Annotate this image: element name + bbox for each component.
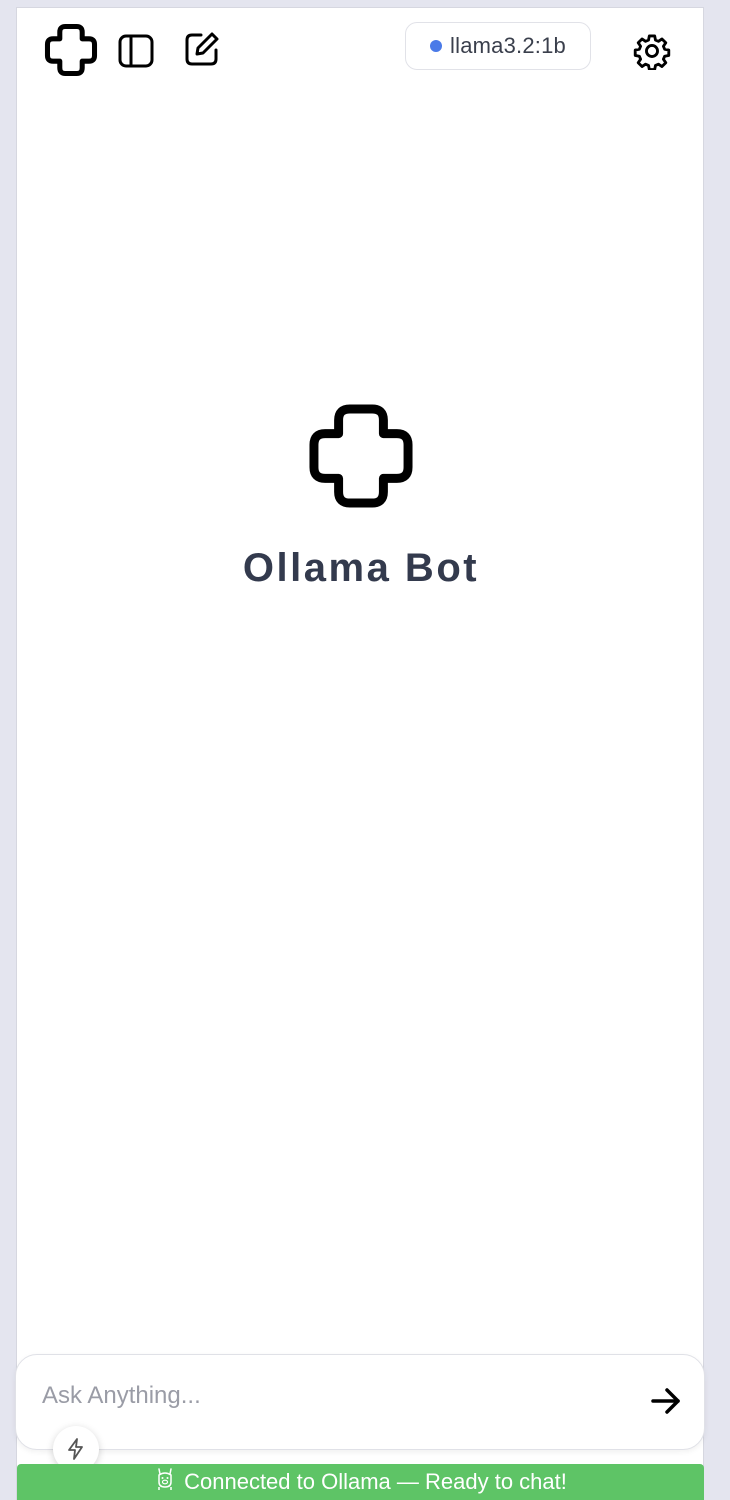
- app-logo-icon[interactable]: [41, 20, 101, 80]
- message-composer: [15, 1354, 705, 1450]
- chat-app-window: llama3.2:1b Ollama Bot Ask Anything... C…: [15, 7, 705, 1500]
- status-text: Connected to Ollama — Ready to chat!: [184, 1469, 567, 1494]
- settings-gear-icon[interactable]: [629, 28, 675, 74]
- connection-status-bar: Connected to Ollama — Ready to chat!: [17, 1464, 704, 1500]
- llama-icon: [154, 1467, 176, 1497]
- model-name-label: llama3.2:1b: [450, 33, 566, 58]
- model-status-dot: [430, 40, 443, 52]
- model-selector[interactable]: llama3.2:1b: [405, 22, 591, 70]
- new-chat-icon[interactable]: [181, 28, 223, 70]
- message-input[interactable]: [40, 1373, 604, 1419]
- bot-title: Ollama Bot: [242, 546, 480, 590]
- sidebar-toggle-icon[interactable]: [115, 30, 157, 72]
- send-arrow-icon[interactable]: [644, 1379, 688, 1423]
- ollama-logo-icon: [305, 400, 417, 512]
